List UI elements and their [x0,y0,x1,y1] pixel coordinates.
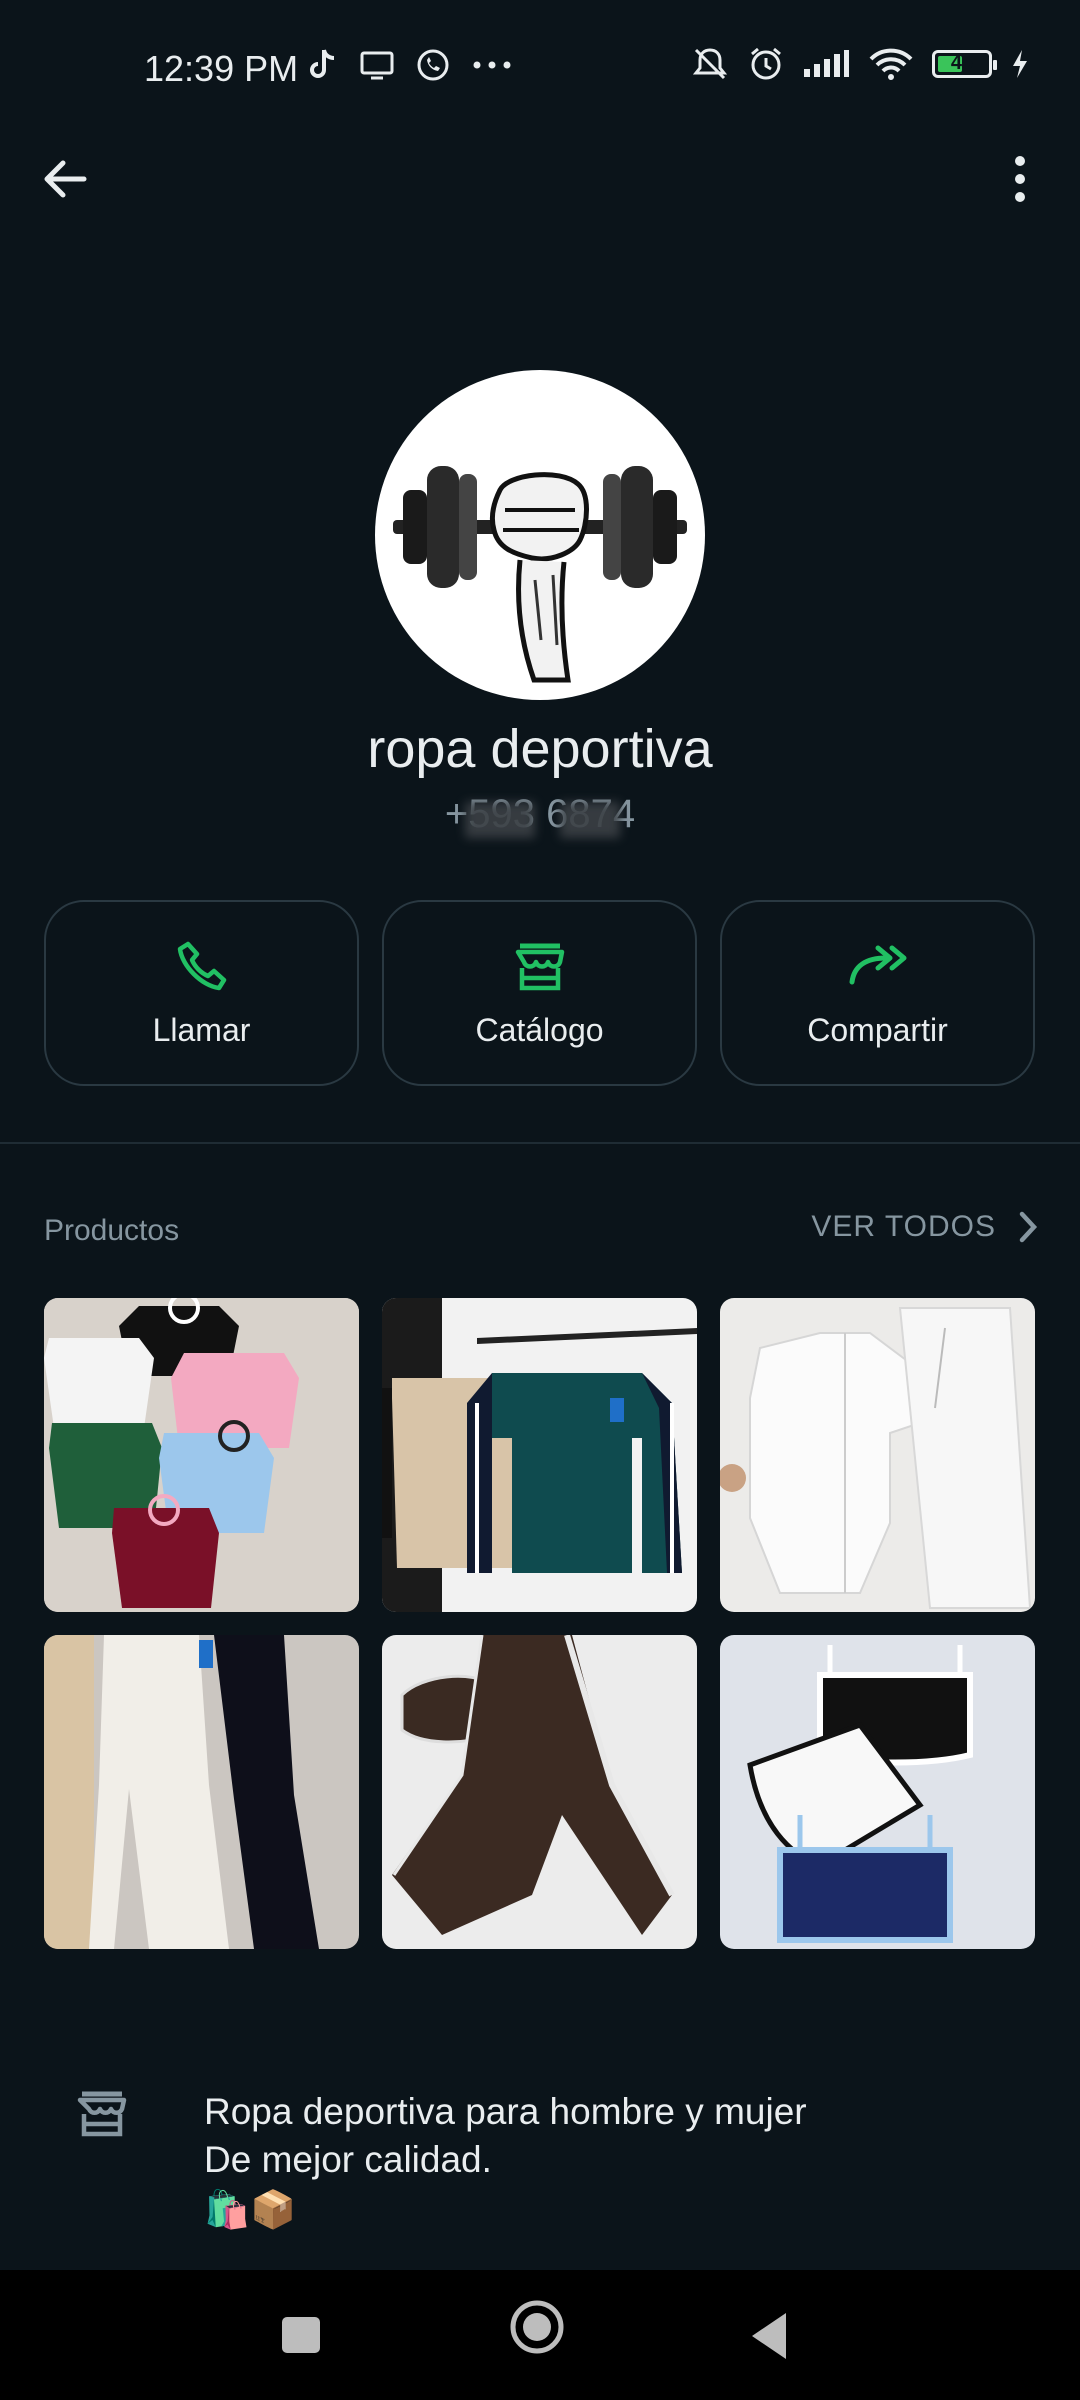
product-tile[interactable] [44,1298,359,1612]
product-image [382,1635,697,1949]
products-grid [44,1298,1036,1949]
action-buttons: Llamar Catálogo Compartir [44,900,1036,1086]
profile-avatar[interactable] [375,370,705,700]
menu-button[interactable] [1000,150,1040,208]
share-button[interactable]: Compartir [720,900,1035,1086]
wifi-icon [869,48,913,80]
phone-redaction [560,802,620,838]
phone-redaction [465,802,535,838]
circle-icon [510,2300,564,2354]
tiktok-icon [310,49,335,78]
contact-phone: +593 6874 [444,792,636,836]
home-button[interactable] [508,2298,566,2361]
navigation-bar [0,2270,1080,2400]
product-tile[interactable] [44,1635,359,1949]
status-time: 12:39 PM [144,48,299,89]
call-button[interactable]: Llamar [44,900,359,1086]
battery-level: 45 [950,52,974,74]
signal-icon [804,50,849,77]
product-image [44,1635,359,1949]
contact-name: ropa deportiva [367,719,713,779]
status-bar: 12:39 PM 45 [0,0,1080,140]
mute-icon [692,48,728,80]
chevron-right-icon [1019,1211,1038,1243]
catalog-button[interactable]: Catálogo [382,900,697,1086]
store-icon [77,2091,127,2137]
products-title: Productos [44,1214,180,1247]
forward-icon [849,945,906,984]
product-image [44,1298,359,1612]
more-vert-icon [1015,156,1025,202]
product-tile[interactable] [382,1635,697,1949]
see-all-label: VER TODOS [811,1210,996,1243]
section-divider [0,1142,1080,1144]
square-icon [282,2317,320,2353]
dumbbell-fist-icon [393,466,687,683]
recents-button[interactable] [280,2305,322,2372]
see-all-button[interactable]: VER TODOS [811,1210,1040,1244]
charging-icon [1013,50,1027,78]
product-tile[interactable] [720,1635,1035,1949]
business-description: Ropa deportiva para hombre y mujer De me… [204,2088,807,2234]
description-line: De mejor calidad. [204,2139,492,2180]
triangle-back-icon [752,2313,786,2359]
product-tile[interactable] [382,1298,697,1612]
product-image [720,1635,1035,1949]
arrow-left-icon [44,160,87,198]
call-label: Llamar [152,1011,251,1048]
store-icon [515,943,564,990]
cast-icon [360,51,394,80]
description-line: Ropa deportiva para hombre y mujer [204,2091,807,2132]
more-dots-icon [473,61,511,69]
catalog-label: Catálogo [475,1011,604,1048]
product-image [382,1298,697,1612]
whatsapp-icon [417,49,449,81]
description-emojis: 🛍️📦 [204,2189,297,2230]
back-button[interactable] [36,150,94,208]
business-info-icon [76,2090,128,2138]
battery-icon: 45 [932,50,997,78]
alarm-icon [751,47,781,80]
phone-icon [177,941,226,990]
product-tile[interactable] [720,1298,1035,1612]
back-nav-button[interactable] [748,2305,790,2372]
share-label: Compartir [807,1011,948,1048]
product-image [720,1298,1035,1612]
